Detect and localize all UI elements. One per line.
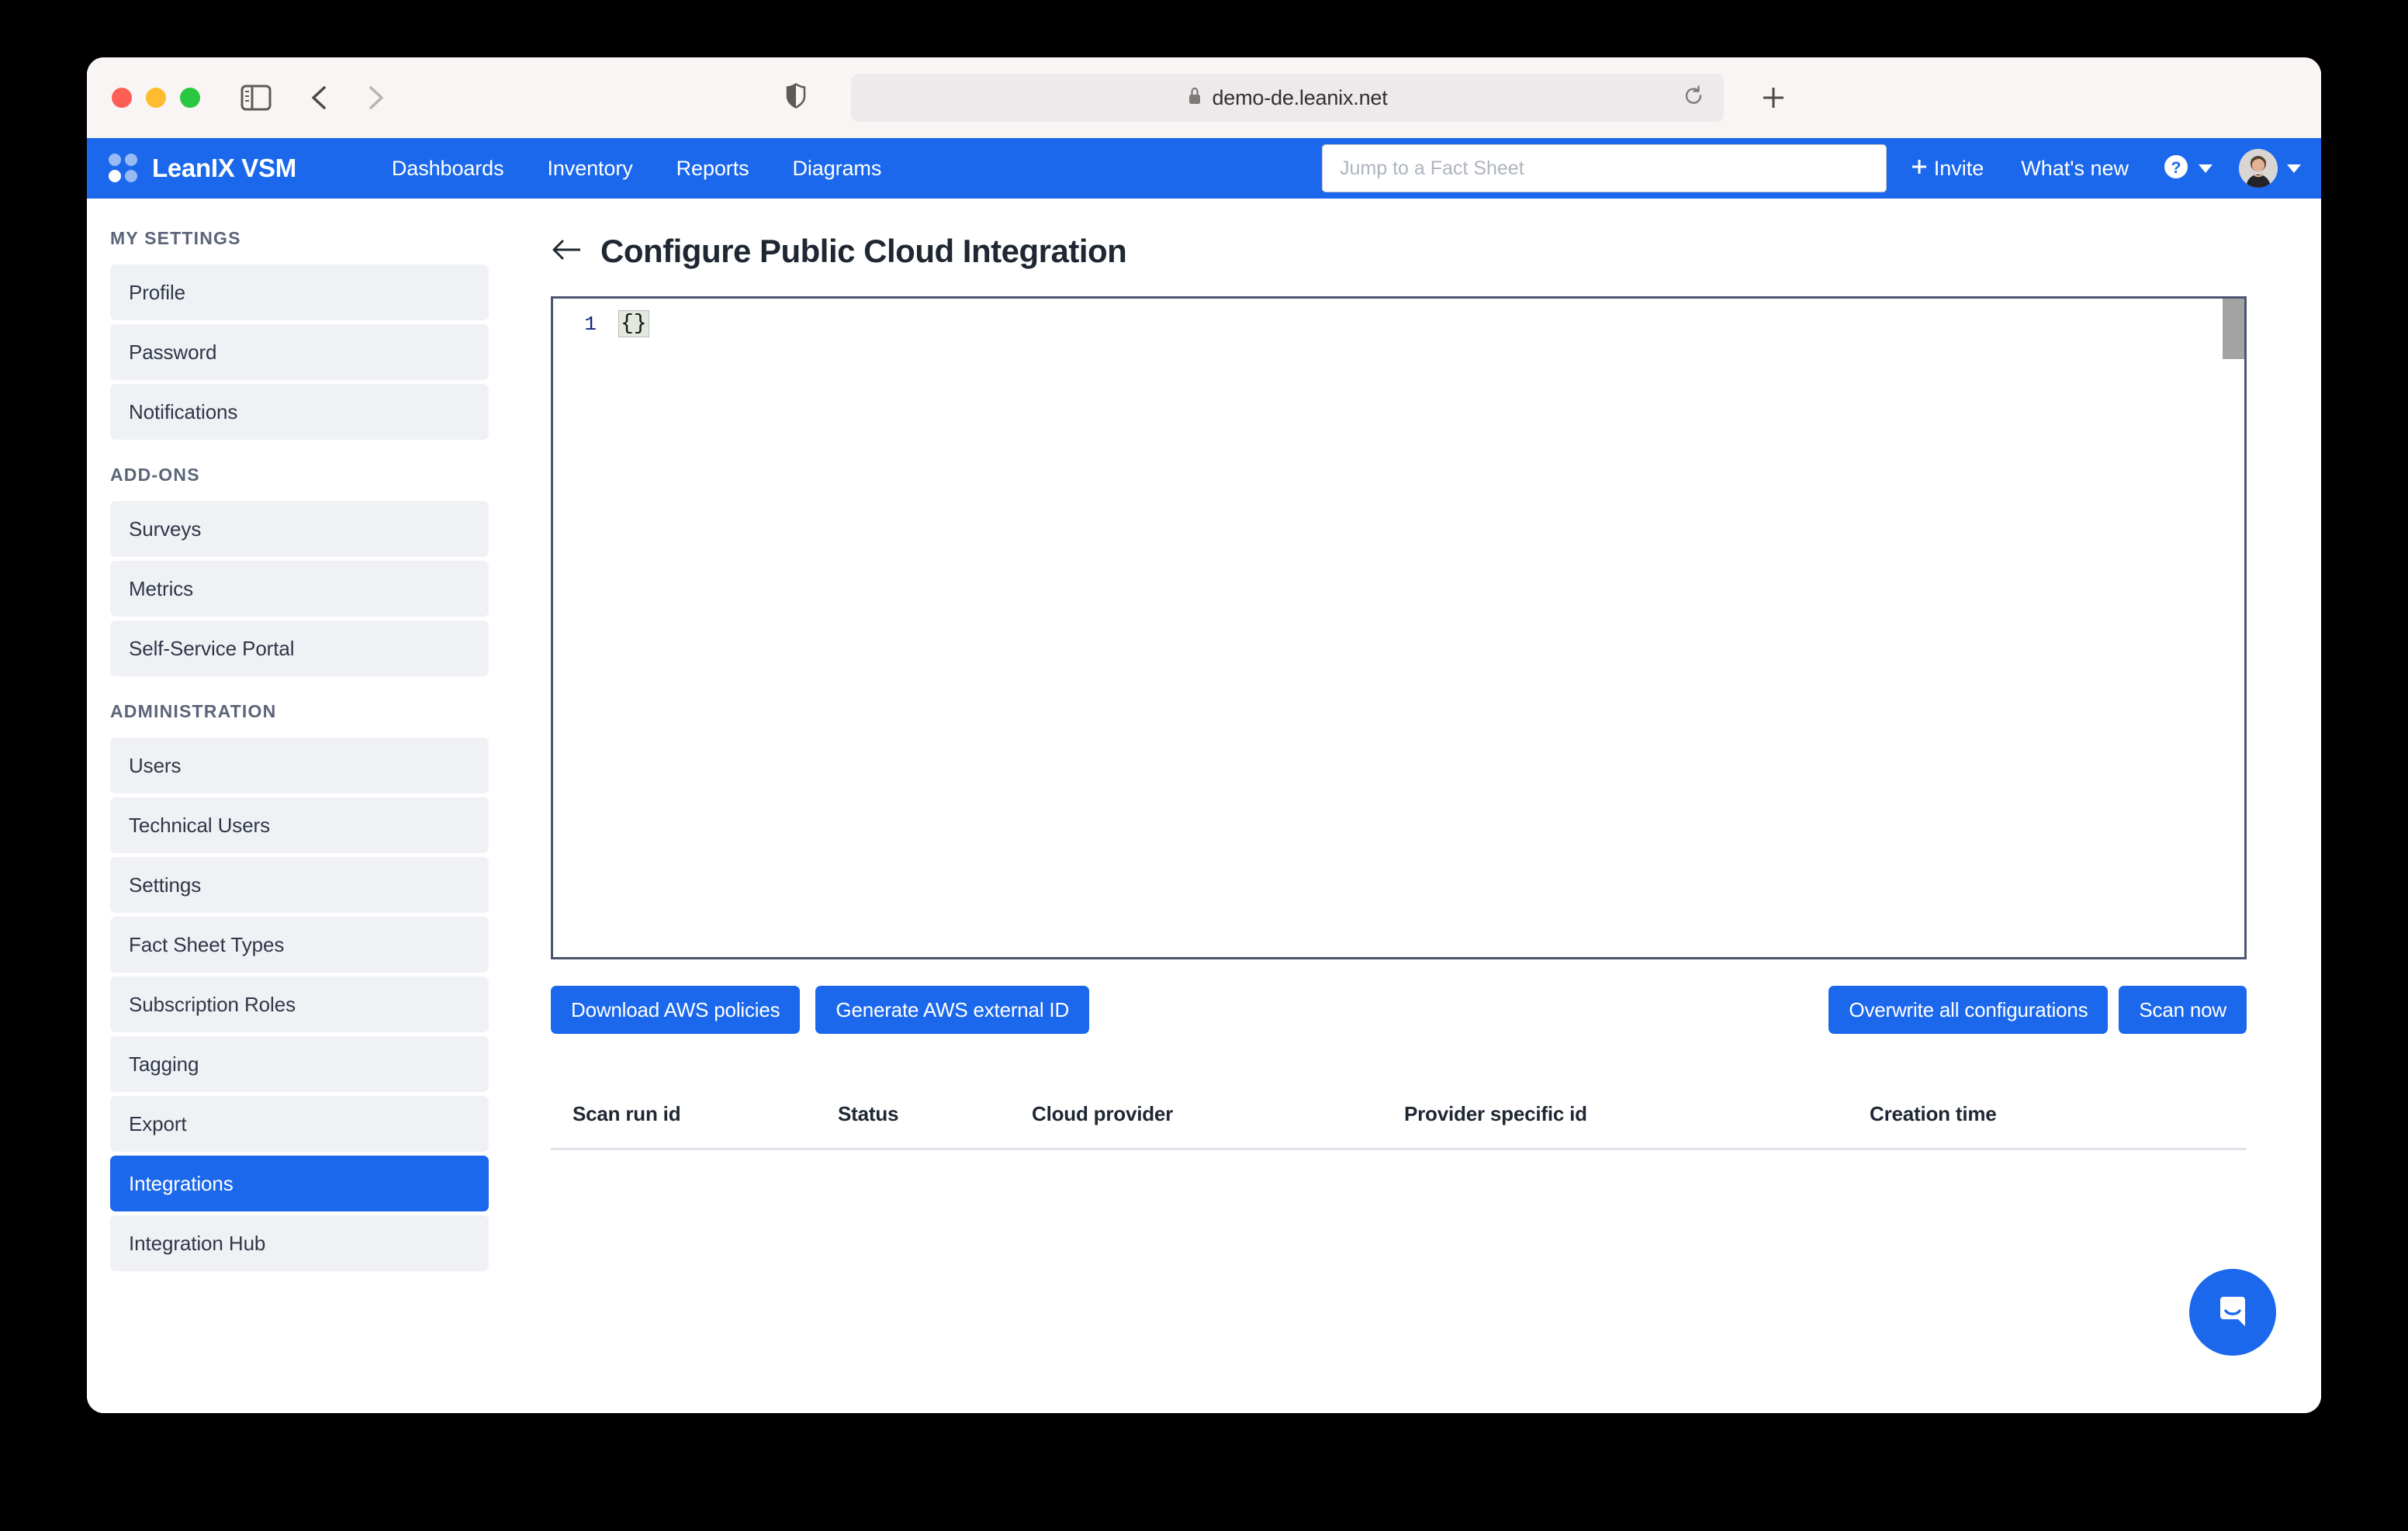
overwrite-all-configurations-button[interactable]: Overwrite all configurations	[1828, 986, 2109, 1034]
column-header-provider-specific-id[interactable]: Provider specific id	[1404, 1102, 1870, 1150]
invite-label: Invite	[1933, 156, 1984, 180]
scan-runs-table-header: Scan run id Status Cloud provider Provid…	[551, 1102, 2247, 1150]
sidebar-item-metrics[interactable]: Metrics	[110, 561, 489, 617]
editor-scrollbar[interactable]	[2223, 299, 2244, 957]
browser-window: demo-de.leanix.net LeanIX VSM Dashboards…	[87, 57, 2321, 1413]
brand-title: LeanIX VSM	[152, 154, 296, 182]
settings-content: Configure Public Cloud Integration 1 {}	[498, 199, 2321, 1413]
shield-icon[interactable]	[785, 82, 807, 113]
left-action-buttons: Download AWS policies Generate AWS exter…	[551, 986, 1090, 1034]
arrow-left-icon[interactable]	[551, 237, 583, 267]
scan-runs-empty-state	[551, 1149, 2247, 1196]
chevron-down-icon	[2287, 164, 2301, 173]
sidebar-item-subscription-roles[interactable]: Subscription Roles	[110, 976, 489, 1032]
scan-runs-table: Scan run id Status Cloud provider Provid…	[551, 1102, 2247, 1196]
nav-item-reports[interactable]: Reports	[655, 157, 771, 181]
sidebar-item-password[interactable]: Password	[110, 324, 489, 380]
topnav-actions: Invite What's new ?	[1892, 138, 2301, 199]
action-row: Download AWS policies Generate AWS exter…	[551, 986, 2247, 1034]
generate-aws-external-id-button[interactable]: Generate AWS external ID	[815, 986, 1090, 1034]
browser-forward-button[interactable]	[363, 85, 388, 111]
column-header-scan-run-id[interactable]: Scan run id	[551, 1102, 838, 1150]
json-configuration-editor[interactable]: 1 {}	[551, 296, 2247, 959]
nav-item-dashboards[interactable]: Dashboards	[370, 157, 526, 181]
sidebar-item-tagging[interactable]: Tagging	[110, 1036, 489, 1092]
sidebar-item-surveys[interactable]: Surveys	[110, 501, 489, 557]
primary-navigation: Dashboards Inventory Reports Diagrams	[370, 157, 903, 181]
table-header-row: Scan run id Status Cloud provider Provid…	[551, 1102, 2247, 1150]
editor-code-line: {}	[618, 309, 2244, 339]
reload-icon[interactable]	[1682, 85, 1705, 112]
sidebar-section-administration: ADMINISTRATION Users Technical Users Set…	[87, 701, 498, 1271]
chat-bubble-icon	[2211, 1289, 2254, 1336]
user-menu-button[interactable]	[2228, 149, 2301, 188]
sidebar-item-self-service-portal[interactable]: Self-Service Portal	[110, 620, 489, 676]
editor-gutter: 1	[553, 299, 609, 957]
nav-item-inventory[interactable]: Inventory	[525, 157, 654, 181]
sidebar-toggle-icon[interactable]	[240, 85, 272, 111]
minimize-window-button[interactable]	[146, 88, 166, 108]
invite-button[interactable]: Invite	[1892, 157, 2003, 181]
scan-runs-table-body	[551, 1149, 2247, 1196]
sidebar-item-users[interactable]: Users	[110, 738, 489, 793]
intercom-chat-launcher[interactable]	[2189, 1269, 2276, 1356]
sidebar-item-technical-users[interactable]: Technical Users	[110, 797, 489, 853]
sidebar-item-notifications[interactable]: Notifications	[110, 384, 489, 440]
sidebar-section-title: ADMINISTRATION	[110, 701, 277, 721]
page-title: Configure Public Cloud Integration	[600, 233, 1127, 269]
sidebar-item-integrations[interactable]: Integrations	[110, 1156, 489, 1211]
sidebar-item-settings[interactable]: Settings	[110, 857, 489, 913]
window-traffic-lights	[112, 88, 200, 108]
chevron-down-icon	[2199, 164, 2213, 173]
app-body: MY SETTINGS Profile Password Notificatio…	[87, 199, 2321, 1413]
fact-sheet-search-input[interactable]	[1322, 144, 1887, 192]
editor-line-number: 1	[584, 313, 597, 336]
column-header-cloud-provider[interactable]: Cloud provider	[1032, 1102, 1404, 1150]
new-tab-button[interactable]	[1758, 82, 1789, 113]
nav-item-diagrams[interactable]: Diagrams	[771, 157, 904, 181]
svg-text:?: ?	[2171, 159, 2181, 177]
url-text: demo-de.leanix.net	[1212, 85, 1388, 109]
column-header-status[interactable]: Status	[838, 1102, 1032, 1150]
sidebar-section-title: ADD-ONS	[110, 465, 200, 485]
lock-icon	[1187, 87, 1202, 109]
sidebar-section-my-settings: MY SETTINGS Profile Password Notificatio…	[87, 228, 498, 440]
sidebar-item-integration-hub[interactable]: Integration Hub	[110, 1215, 489, 1271]
page-header: Configure Public Cloud Integration	[551, 233, 2247, 270]
download-aws-policies-button[interactable]: Download AWS policies	[551, 986, 801, 1034]
editor-scrollbar-thumb[interactable]	[2223, 299, 2244, 359]
editor-code-area[interactable]: {}	[609, 299, 2244, 957]
avatar	[2239, 149, 2278, 188]
sidebar-section-add-ons: ADD-ONS Surveys Metrics Self-Service Por…	[87, 465, 498, 676]
column-header-creation-time[interactable]: Creation time	[1870, 1102, 2247, 1150]
browser-toolbar: demo-de.leanix.net	[87, 57, 2321, 138]
question-circle-icon: ?	[2163, 154, 2189, 184]
leanix-app: LeanIX VSM Dashboards Inventory Reports …	[87, 138, 2321, 1413]
sidebar-item-fact-sheet-types[interactable]: Fact Sheet Types	[110, 917, 489, 973]
sidebar-section-title: MY SETTINGS	[110, 228, 241, 248]
leanix-dots-logo-icon	[109, 154, 138, 183]
whats-new-button[interactable]: What's new	[2002, 157, 2147, 181]
maximize-window-button[interactable]	[180, 88, 200, 108]
editor-bracket-match: {}	[618, 310, 649, 337]
scan-now-button[interactable]: Scan now	[2119, 986, 2247, 1034]
close-window-button[interactable]	[112, 88, 132, 108]
sidebar-item-profile[interactable]: Profile	[110, 264, 489, 320]
plus-icon	[1911, 157, 1928, 181]
browser-back-button[interactable]	[307, 85, 332, 111]
sidebar-item-export[interactable]: Export	[110, 1096, 489, 1152]
help-menu-button[interactable]: ?	[2147, 154, 2228, 184]
right-action-buttons: Overwrite all configurations Scan now	[1828, 986, 2247, 1034]
brand-home-link[interactable]: LeanIX VSM	[109, 154, 296, 183]
settings-sidebar: MY SETTINGS Profile Password Notificatio…	[87, 199, 498, 1413]
address-bar[interactable]: demo-de.leanix.net	[851, 74, 1724, 122]
app-top-navigation: LeanIX VSM Dashboards Inventory Reports …	[87, 138, 2321, 199]
